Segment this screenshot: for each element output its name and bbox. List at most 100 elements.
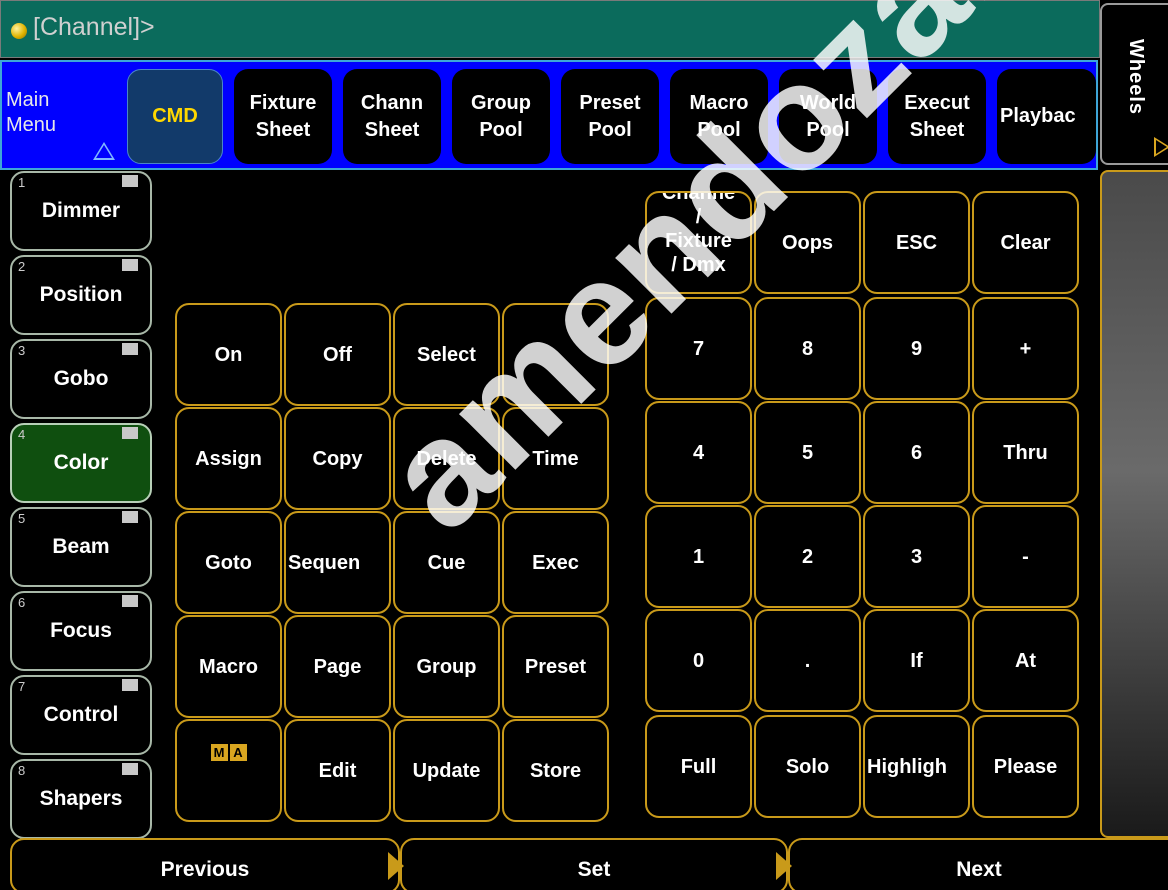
set-button-label: Set xyxy=(577,858,611,881)
preset-type-control[interactable]: 7 Control xyxy=(10,675,152,755)
key-macro[interactable]: Macro xyxy=(175,615,282,718)
key-at[interactable]: At xyxy=(972,609,1079,712)
preset-type-indicator xyxy=(122,427,138,439)
key-update[interactable]: Update xyxy=(393,719,500,822)
wheels-tab-label: Wheels xyxy=(1125,39,1147,116)
preset-type-focus[interactable]: 6 Focus xyxy=(10,591,152,671)
key-on[interactable]: On xyxy=(175,303,282,406)
menu-preset-pool-button[interactable]: Preset Pool xyxy=(561,69,659,164)
key-full[interactable]: Full xyxy=(645,715,752,818)
preset-type-shapers[interactable]: 8 Shapers xyxy=(10,759,152,839)
preset-type-label: Beam xyxy=(52,535,110,558)
key-channel-fixture-dmx[interactable]: Channe / Fixture / Dmx xyxy=(645,191,752,294)
preset-type-indicator xyxy=(122,259,138,271)
preset-type-label: Color xyxy=(53,451,109,474)
menu-fixture-sheet-button[interactable]: Fixture Sheet xyxy=(234,69,332,164)
key-ma[interactable]: MA xyxy=(175,719,282,822)
preset-type-number: 3 xyxy=(18,343,26,358)
preset-type-gobo[interactable]: 3 Gobo xyxy=(10,339,152,419)
menu-executor-sheet-button[interactable]: Execut Sheet xyxy=(888,69,986,164)
key-6[interactable]: 6 xyxy=(863,401,970,504)
ma-logo-icon: MA xyxy=(210,744,247,761)
preset-type-number: 6 xyxy=(18,595,26,610)
key-highlight[interactable]: Highligh xyxy=(863,715,970,818)
key-goto[interactable]: Goto xyxy=(175,511,282,614)
key-delete[interactable]: Delete xyxy=(393,407,500,510)
key-exec[interactable]: Exec xyxy=(502,511,609,614)
key-clear[interactable]: Clear xyxy=(972,191,1079,294)
key-copy[interactable]: Copy xyxy=(284,407,391,510)
key-select[interactable]: Select xyxy=(393,303,500,406)
previous-button-label: Previous xyxy=(160,858,250,881)
key-oops[interactable]: Oops xyxy=(754,191,861,294)
next-button[interactable]: Next xyxy=(776,838,1168,890)
key-4[interactable]: 4 xyxy=(645,401,752,504)
set-button[interactable]: Set xyxy=(388,838,788,890)
key-2[interactable]: 2 xyxy=(754,505,861,608)
menu-group-pool-button[interactable]: Group Pool xyxy=(452,69,550,164)
key-store[interactable]: Store xyxy=(502,719,609,822)
key-if[interactable]: If xyxy=(863,609,970,712)
preset-type-label: Shapers xyxy=(39,787,123,810)
key-minus[interactable]: - xyxy=(972,505,1079,608)
menu-playback-button[interactable]: Playbac xyxy=(997,69,1096,164)
key-group[interactable]: Group xyxy=(393,615,500,718)
preset-type-number: 2 xyxy=(18,259,26,274)
next-button-label: Next xyxy=(956,858,1002,881)
key-page[interactable]: Page xyxy=(284,615,391,718)
preset-type-indicator xyxy=(122,595,138,607)
preset-type-position[interactable]: 2 Position xyxy=(10,255,152,335)
preset-type-label: Gobo xyxy=(53,367,109,390)
key-blank[interactable] xyxy=(502,303,609,406)
key-channel-label: Channe / Fixture / Dmx xyxy=(661,191,736,276)
encoder-strip[interactable] xyxy=(1100,170,1168,838)
key-7[interactable]: 7 xyxy=(645,297,752,400)
preset-type-beam[interactable]: 5 Beam xyxy=(10,507,152,587)
main-menu-bar: Main Menu CMD Fixture Sheet Chann Sheet … xyxy=(0,60,1098,170)
key-8[interactable]: 8 xyxy=(754,297,861,400)
preset-type-dimmer[interactable]: 1 Dimmer xyxy=(10,171,152,251)
arrow-right-icon xyxy=(388,852,404,880)
key-3[interactable]: 3 xyxy=(863,505,970,608)
preset-type-number: 1 xyxy=(18,175,26,190)
menu-world-pool-button[interactable]: World Pool xyxy=(779,69,877,164)
preset-type-indicator xyxy=(122,679,138,691)
key-solo[interactable]: Solo xyxy=(754,715,861,818)
preset-type-label: Position xyxy=(39,283,123,306)
arrow-right-icon xyxy=(776,852,792,880)
key-please[interactable]: Please xyxy=(972,715,1079,818)
expand-arrow-icon xyxy=(1154,137,1168,157)
key-time[interactable]: Time xyxy=(502,407,609,510)
preset-type-indicator xyxy=(122,763,138,775)
preset-type-label: Focus xyxy=(50,619,112,642)
key-cue[interactable]: Cue xyxy=(393,511,500,614)
key-0[interactable]: 0 xyxy=(645,609,752,712)
key-5[interactable]: 5 xyxy=(754,401,861,504)
menu-macro-pool-button[interactable]: Macro Pool xyxy=(670,69,768,164)
key-assign[interactable]: Assign xyxy=(175,407,282,510)
menu-channel-sheet-button[interactable]: Chann Sheet xyxy=(343,69,441,164)
key-dot[interactable]: . xyxy=(754,609,861,712)
menu-up-arrow-icon xyxy=(93,142,115,160)
main-menu-label[interactable]: Main Menu xyxy=(6,88,56,138)
preset-type-number: 5 xyxy=(18,511,26,526)
wheels-tab[interactable]: Wheels xyxy=(1100,3,1168,165)
key-preset[interactable]: Preset xyxy=(502,615,609,718)
preset-type-label: Control xyxy=(43,703,119,726)
menu-cmd-button[interactable]: CMD xyxy=(127,69,223,164)
key-esc[interactable]: ESC xyxy=(863,191,970,294)
preset-type-number: 4 xyxy=(18,427,26,442)
key-1[interactable]: 1 xyxy=(645,505,752,608)
previous-button[interactable]: Previous xyxy=(10,838,400,890)
key-plus[interactable]: + xyxy=(972,297,1079,400)
key-9[interactable]: 9 xyxy=(863,297,970,400)
command-line-text: [Channel]> xyxy=(33,13,155,41)
key-sequence[interactable]: Sequen xyxy=(284,511,391,614)
key-thru[interactable]: Thru xyxy=(972,401,1079,504)
preset-type-color[interactable]: 4 Color xyxy=(10,423,152,503)
key-off[interactable]: Off xyxy=(284,303,391,406)
command-line[interactable]: [Channel]> xyxy=(0,0,1100,58)
key-edit[interactable]: Edit xyxy=(284,719,391,822)
preset-type-number: 7 xyxy=(18,679,26,694)
preset-type-indicator xyxy=(122,343,138,355)
